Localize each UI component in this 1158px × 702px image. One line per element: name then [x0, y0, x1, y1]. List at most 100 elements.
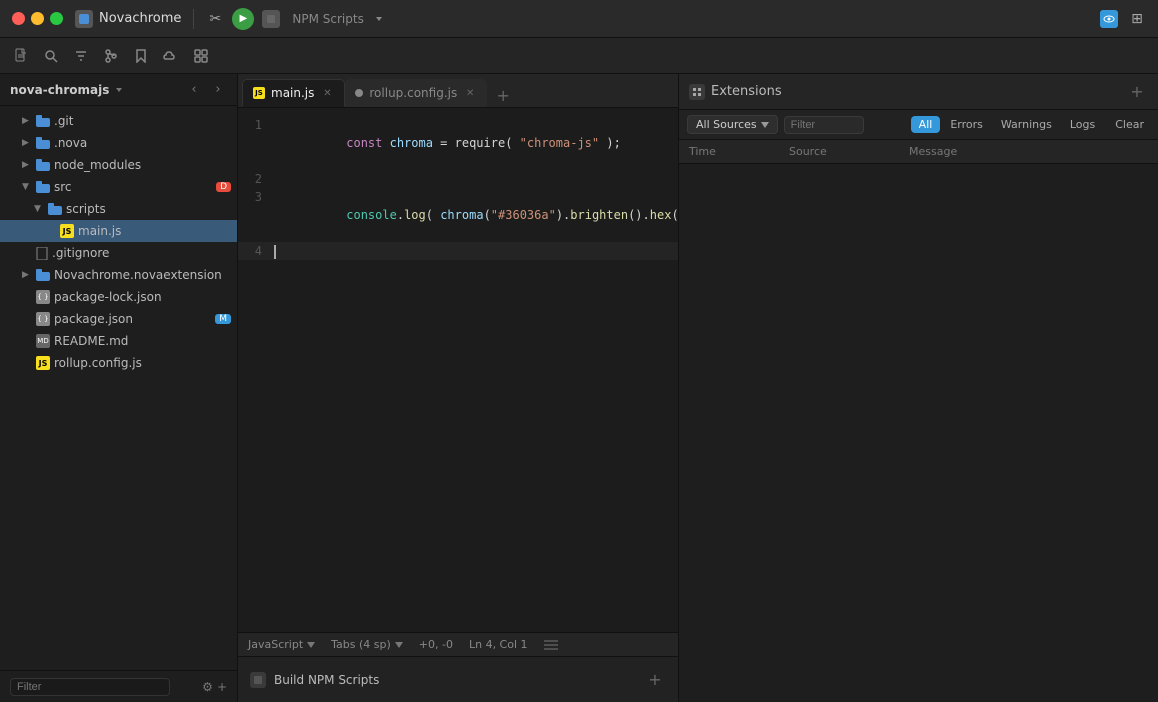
- sidebar-header: nova-chromajs ‹ ›: [0, 74, 237, 106]
- console-clear-button[interactable]: Clear: [1109, 116, 1150, 133]
- bookmark-button[interactable]: [130, 45, 152, 67]
- tab-add-button[interactable]: +: [491, 83, 515, 107]
- line-content-1: const chroma = require( "chroma-js" );: [274, 116, 621, 170]
- sidebar-item-src[interactable]: ▼ src D: [0, 176, 237, 198]
- json-file-icon-2: { }: [36, 312, 50, 326]
- console-tab-errors[interactable]: Errors: [942, 116, 991, 133]
- col-message: Message: [909, 145, 1148, 158]
- sidebar-item-packagejson[interactable]: { } package.json M: [0, 308, 237, 330]
- line-content-2: [274, 170, 281, 188]
- sidebar-item-novaextension[interactable]: ▶ Novachrome.novaextension: [0, 264, 237, 286]
- run-button[interactable]: ▶: [232, 8, 254, 30]
- tab-rollup[interactable]: rollup.config.js ✕: [345, 79, 487, 107]
- apps-button[interactable]: [190, 45, 212, 67]
- console-tab-logs[interactable]: Logs: [1062, 116, 1103, 133]
- sidebar-item-packagejson-label: package.json: [54, 312, 133, 326]
- sidebar-item-novaext-label: Novachrome.novaextension: [54, 268, 222, 282]
- build-panel-add-button[interactable]: +: [644, 669, 666, 691]
- close-button[interactable]: [12, 12, 25, 25]
- all-sources-label: All Sources: [696, 118, 757, 131]
- grid-icon[interactable]: ⊞: [1128, 10, 1146, 28]
- console-filter-tabs: All Errors Warnings Logs: [911, 116, 1104, 133]
- line-number-3: 3: [238, 188, 274, 206]
- sidebar-item-git[interactable]: ▶ .git: [0, 110, 237, 132]
- sidebar-forward-button[interactable]: ›: [209, 81, 227, 99]
- task-name: NPM Scripts: [292, 12, 363, 26]
- sidebar-item-packagelock-label: package-lock.json: [54, 290, 162, 304]
- build-panel-icon: [250, 672, 266, 688]
- sidebar-item-mainjs-label: main.js: [78, 224, 121, 238]
- console-panel: Extensions + All Sources All Errors Warn…: [678, 74, 1158, 702]
- line-number-4: 4: [238, 242, 274, 260]
- sidebar-item-nova-label: .nova: [54, 136, 87, 150]
- sidebar-back-button[interactable]: ‹: [185, 81, 203, 99]
- code-line-1: 1 const chroma = require( "chroma-js" );: [238, 116, 678, 170]
- sidebar-item-gitignore[interactable]: .gitignore: [0, 242, 237, 264]
- search-button[interactable]: [40, 45, 62, 67]
- line-number-2: 2: [238, 170, 274, 188]
- sidebar-item-mainjs[interactable]: JS main.js: [0, 220, 237, 242]
- code-line-2: 2: [238, 170, 678, 188]
- traffic-lights: [12, 12, 63, 25]
- sidebar-item-packagelock[interactable]: { } package-lock.json: [0, 286, 237, 308]
- sidebar-item-node-modules[interactable]: ▶ node_modules: [0, 154, 237, 176]
- sidebar-item-git-label: .git: [54, 114, 73, 128]
- tab-bar: JS main.js ✕ rollup.config.js ✕ +: [238, 74, 678, 108]
- extensions-panel-icon: [689, 84, 705, 100]
- code-line-3: 3 console.log( chroma("#36036a").brighte…: [238, 188, 678, 242]
- sidebar-item-scripts[interactable]: ▼ scripts: [0, 198, 237, 220]
- status-language-label: JavaScript: [248, 638, 303, 651]
- col-source: Source: [789, 145, 909, 158]
- branch-button[interactable]: [100, 45, 122, 67]
- scissor-icon: ✂: [206, 10, 224, 28]
- extensions-icon[interactable]: [1100, 10, 1118, 28]
- build-panel-name: Build NPM Scripts: [274, 673, 379, 687]
- console-add-button[interactable]: +: [1126, 81, 1148, 103]
- console-filter-input[interactable]: [784, 116, 864, 134]
- divider: [193, 9, 194, 29]
- sidebar-item-nova[interactable]: ▶ .nova: [0, 132, 237, 154]
- status-bar: JavaScript Tabs (4 sp) +0, -0 Ln 4, Col …: [238, 632, 678, 656]
- console-body: [679, 164, 1158, 702]
- filter-button[interactable]: [70, 45, 92, 67]
- filter-add-icon[interactable]: +: [217, 680, 227, 694]
- src-badge: D: [216, 182, 231, 192]
- console-filter-bar: All Sources All Errors Warnings Logs Cle…: [679, 110, 1158, 140]
- filter-settings-icon[interactable]: ⚙: [202, 680, 213, 694]
- status-menu-icon[interactable]: [544, 640, 558, 650]
- code-line-4: 4: [238, 242, 678, 260]
- status-language[interactable]: JavaScript: [248, 638, 315, 651]
- status-indentation[interactable]: Tabs (4 sp): [331, 638, 403, 651]
- new-file-button[interactable]: [10, 45, 32, 67]
- line-content-3: console.log( chroma("#36036a").brighten(…: [274, 188, 678, 242]
- console-tab-all[interactable]: All: [911, 116, 941, 133]
- sidebar-item-scripts-label: scripts: [66, 202, 106, 216]
- sidebar-item-node-modules-label: node_modules: [54, 158, 141, 172]
- sidebar-item-readme[interactable]: MD README.md: [0, 330, 237, 352]
- filter-icons: ⚙ +: [202, 680, 227, 694]
- sidebar-footer: ⚙ +: [0, 670, 237, 702]
- sidebar: nova-chromajs ‹ › ▶ .git ▶ .nova ▶ no: [0, 74, 238, 702]
- cloud-button[interactable]: [160, 45, 182, 67]
- toolbar: [0, 38, 1158, 74]
- maximize-button[interactable]: [50, 12, 63, 25]
- app-title: Novachrome: [75, 10, 181, 28]
- console-title: Extensions: [711, 84, 782, 99]
- tab-mainjs[interactable]: JS main.js ✕: [242, 79, 345, 107]
- status-indentation-label: Tabs (4 sp): [331, 638, 391, 651]
- line-content-4: [274, 242, 276, 260]
- line-number-1: 1: [238, 116, 274, 134]
- sidebar-filter-input[interactable]: [10, 678, 170, 696]
- tab-rollup-close[interactable]: ✕: [463, 86, 477, 100]
- console-tab-warnings[interactable]: Warnings: [993, 116, 1060, 133]
- sidebar-project-name: nova-chromajs: [10, 83, 109, 97]
- code-editor[interactable]: 1 const chroma = require( "chroma-js" );…: [238, 108, 678, 632]
- sidebar-item-rollup[interactable]: JS rollup.config.js: [0, 352, 237, 374]
- col-time: Time: [689, 145, 789, 158]
- tab-mainjs-close[interactable]: ✕: [320, 86, 334, 100]
- minimize-button[interactable]: [31, 12, 44, 25]
- tab-rollup-label: rollup.config.js: [369, 86, 457, 100]
- stop-button[interactable]: [262, 10, 280, 28]
- app-name: Novachrome: [99, 11, 181, 26]
- all-sources-button[interactable]: All Sources: [687, 115, 778, 134]
